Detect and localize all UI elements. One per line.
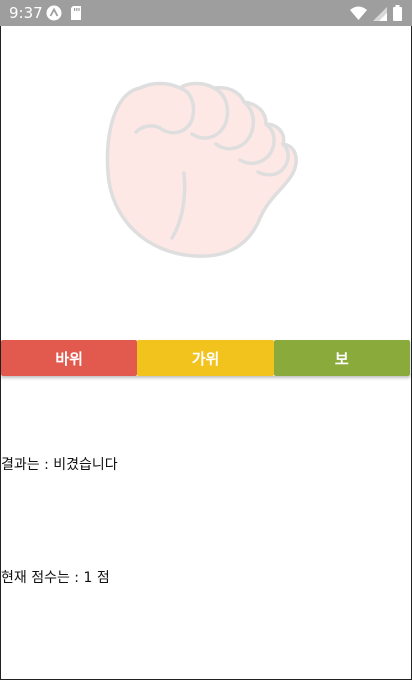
battery-icon	[393, 5, 402, 25]
status-bar: 9:37	[0, 0, 412, 26]
choice-buttons: 바위 가위 보	[1, 340, 410, 376]
rock-button[interactable]: 바위	[1, 340, 138, 376]
wifi-icon	[350, 6, 367, 25]
app-logo-icon	[46, 5, 62, 25]
rock-fist-icon	[100, 78, 300, 268]
sd-card-icon	[70, 5, 82, 25]
signal-icon	[373, 6, 387, 25]
score-text: 현재 점수는 : 1 점	[1, 570, 110, 586]
status-time: 9:37	[9, 4, 43, 22]
scissors-button[interactable]: 가위	[137, 340, 274, 376]
paper-button[interactable]: 보	[273, 340, 410, 376]
result-text: 결과는 : 비겼습니다	[1, 457, 118, 473]
